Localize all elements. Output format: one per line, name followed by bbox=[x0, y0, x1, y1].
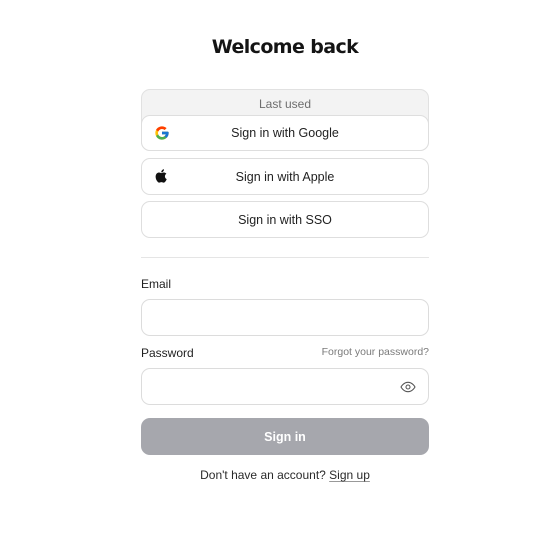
sign-in-google-button[interactable]: Sign in with Google bbox=[141, 115, 429, 151]
email-label: Email bbox=[141, 277, 172, 291]
signup-row: Don't have an account? Sign up bbox=[0, 468, 557, 482]
signup-prompt: Don't have an account? bbox=[200, 468, 326, 482]
sign-in-apple-button[interactable]: Sign in with Apple bbox=[141, 158, 429, 195]
divider bbox=[141, 257, 429, 258]
google-icon bbox=[155, 126, 169, 140]
forgot-password-link[interactable]: Forgot your password? bbox=[322, 346, 429, 358]
password-field[interactable] bbox=[141, 368, 429, 405]
page-title: Welcome back bbox=[211, 36, 359, 58]
sign-in-sso-label: Sign in with SSO bbox=[238, 212, 332, 227]
sign-in-button[interactable]: Sign in bbox=[141, 418, 429, 455]
apple-icon bbox=[155, 169, 167, 183]
password-label: Password bbox=[141, 346, 194, 360]
sign-up-link[interactable]: Sign up bbox=[329, 468, 370, 482]
eye-icon[interactable] bbox=[400, 379, 416, 395]
sign-in-sso-button[interactable]: Sign in with SSO bbox=[141, 201, 429, 238]
sign-in-google-label: Sign in with Google bbox=[231, 126, 339, 140]
sign-in-apple-label: Sign in with Apple bbox=[235, 169, 335, 184]
last-used-label: Last used bbox=[258, 97, 312, 111]
email-input[interactable] bbox=[141, 299, 429, 336]
